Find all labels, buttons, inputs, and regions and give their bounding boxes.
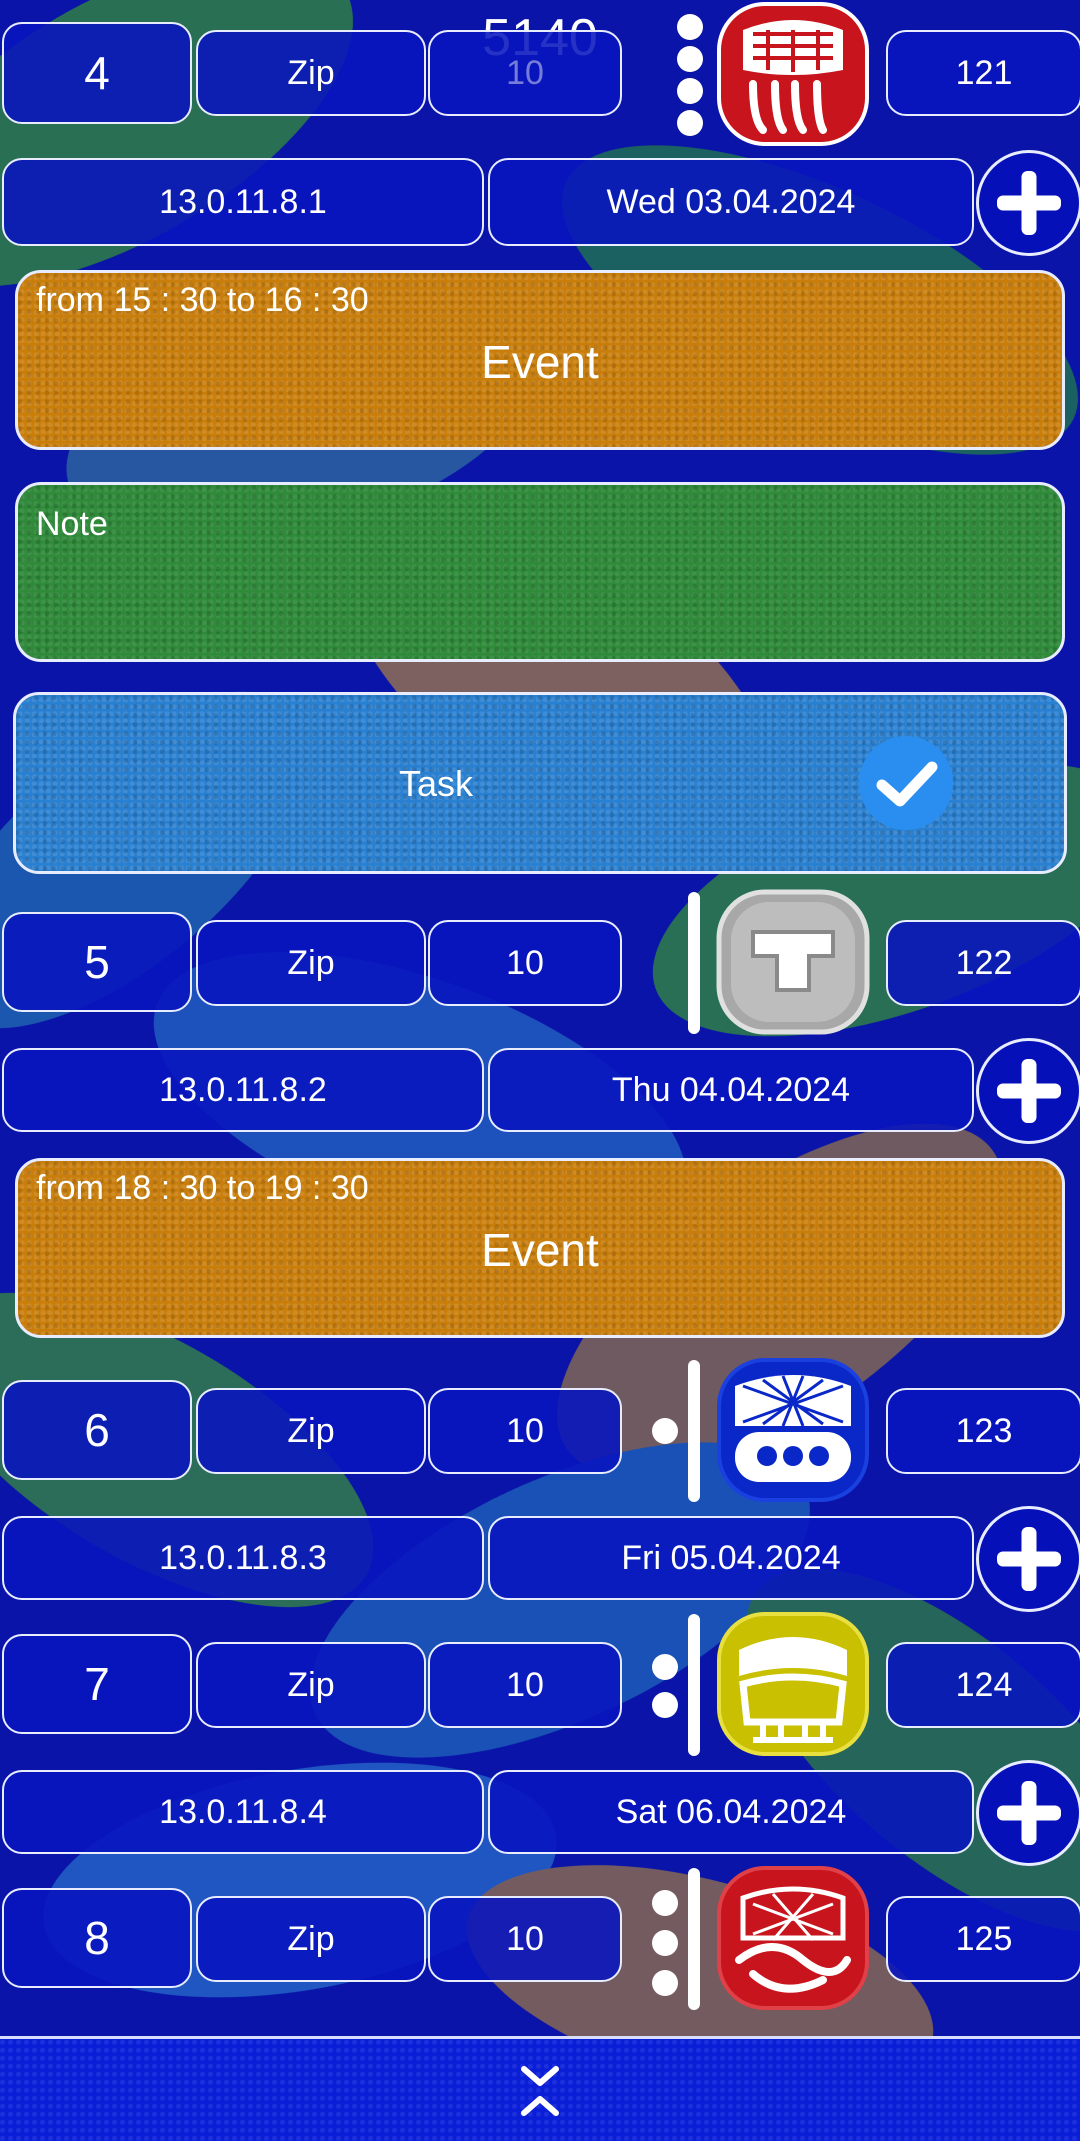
date-button[interactable]: Sat 06.04.2024 [488, 1770, 974, 1854]
mayan-day-glyph-white-icon[interactable] [713, 888, 873, 1036]
day-of-year[interactable]: 122 [886, 920, 1080, 1006]
day-number-button[interactable]: 4 [2, 22, 192, 124]
task-title: Task [398, 763, 474, 804]
day-of-year[interactable]: 125 [886, 1896, 1080, 1982]
mayan-day-glyph-red-icon[interactable] [713, 0, 873, 148]
zip-button[interactable]: Zip [196, 920, 426, 1006]
event-title: Event [481, 336, 599, 388]
collapse-chevrons-icon[interactable] [518, 2061, 562, 2121]
mayan-day-glyph-red-icon[interactable] [713, 1864, 873, 2012]
divider-bar [688, 1868, 700, 2010]
day-number-button[interactable]: 5 [2, 912, 192, 1012]
long-count-button[interactable]: 13.0.11.8.1 [2, 158, 484, 246]
ten-button[interactable]: 10 [428, 1896, 622, 1982]
add-entry-button[interactable] [976, 1760, 1080, 1866]
event-card[interactable]: from 15 : 30 to 16 : 30 Event [15, 270, 1065, 450]
divider-bar [688, 892, 700, 1034]
day-of-year[interactable]: 121 [886, 30, 1080, 116]
task-card[interactable]: Task [13, 692, 1067, 874]
ten-button[interactable]: 10 [428, 920, 622, 1006]
ten-button[interactable]: 10 [428, 1388, 622, 1474]
day-number-button[interactable]: 6 [2, 1380, 192, 1480]
count-dot [652, 1418, 678, 1444]
day-of-year[interactable]: 124 [886, 1642, 1080, 1728]
long-count-button[interactable]: 13.0.11.8.2 [2, 1048, 484, 1132]
date-button[interactable]: Fri 05.04.2024 [488, 1516, 974, 1600]
date-button[interactable]: Thu 04.04.2024 [488, 1048, 974, 1132]
divider-bar [688, 1360, 700, 1502]
ten-button[interactable]: 10 [428, 30, 622, 116]
count-dots [652, 1654, 678, 1724]
note-card[interactable]: Note [15, 482, 1065, 662]
long-count-button[interactable]: 13.0.11.8.4 [2, 1770, 484, 1854]
zip-button[interactable]: Zip [196, 1642, 426, 1728]
add-entry-button[interactable] [976, 1506, 1080, 1612]
day-number-button[interactable]: 7 [2, 1634, 192, 1734]
zip-button[interactable]: Zip [196, 1896, 426, 1982]
day-number-button[interactable]: 8 [2, 1888, 192, 1988]
count-dots [652, 1890, 678, 2000]
day-of-year[interactable]: 123 [886, 1388, 1080, 1474]
event-title: Event [481, 1224, 599, 1276]
event-time: from 18 : 30 to 19 : 30 [36, 1169, 369, 1207]
note-title: Note [36, 505, 108, 543]
zip-button[interactable]: Zip [196, 1388, 426, 1474]
add-entry-button[interactable] [976, 1038, 1080, 1144]
event-time: from 15 : 30 to 16 : 30 [36, 281, 369, 319]
bottom-bar [0, 2036, 1080, 2141]
mayan-day-glyph-yellow-icon[interactable] [713, 1610, 873, 1758]
divider-bar [688, 1614, 700, 1756]
more-menu-icon[interactable] [675, 14, 705, 138]
long-count-button[interactable]: 13.0.11.8.3 [2, 1516, 484, 1600]
add-entry-button[interactable] [976, 150, 1080, 256]
check-done-icon[interactable] [858, 735, 954, 831]
mayan-day-glyph-blue-icon[interactable] [713, 1356, 873, 1504]
date-button[interactable]: Wed 03.04.2024 [488, 158, 974, 246]
zip-button[interactable]: Zip [196, 30, 426, 116]
event-card[interactable]: from 18 : 30 to 19 : 30 Event [15, 1158, 1065, 1338]
ten-button[interactable]: 10 [428, 1642, 622, 1728]
